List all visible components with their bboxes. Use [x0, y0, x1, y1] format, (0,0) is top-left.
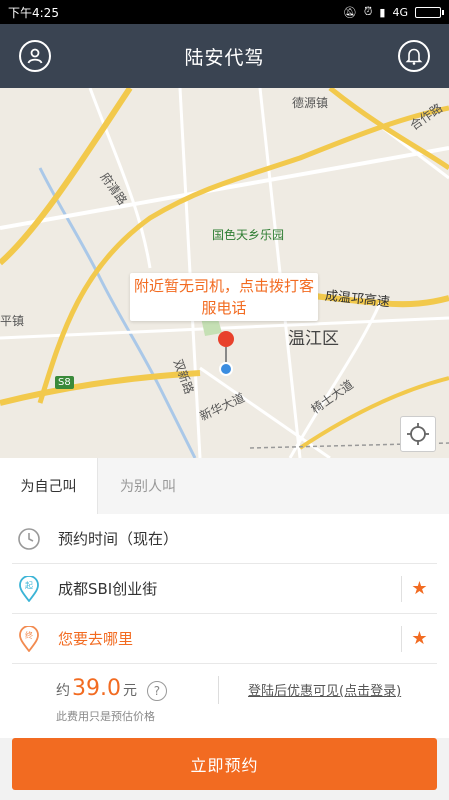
price-line: 约 39.0 元 ? [56, 676, 167, 701]
destination-row[interactable]: 终 您要去哪里 ★ [12, 614, 437, 664]
map-label-wenjiang: 温江区 [288, 329, 339, 349]
bell-icon [405, 48, 423, 65]
login-discount-link[interactable]: 登陆后优惠可见(点击登录) [248, 680, 401, 699]
clock-icon [14, 524, 44, 554]
map-view[interactable]: 德源镇 合作路 府清路 国色天乡乐园 成温邛高速 温江区 平镇 双新路 新华大道… [0, 88, 449, 458]
destination-input: 您要去哪里 [58, 630, 134, 648]
signal-icon: ▮ [379, 5, 386, 19]
time-row[interactable]: 预约时间（现在） [12, 514, 437, 564]
favorite-start-star-icon[interactable]: ★ [401, 575, 437, 602]
price-divider [218, 676, 219, 704]
map-label-park: 国色天乡乐园 [212, 228, 285, 242]
start-pin-icon: 起 [14, 574, 44, 604]
app-header: 陆安代驾 [0, 24, 449, 88]
location-pin-icon [218, 331, 234, 376]
dest-pin-icon: 终 [14, 624, 44, 654]
price-help-icon[interactable]: ? [146, 681, 167, 701]
network-label: 4G [392, 5, 408, 19]
status-bar: 下午4:25 🔕︎ ⏰︎ ▮ 4G [0, 0, 449, 24]
crosshair-icon [407, 423, 429, 445]
no-driver-tooltip[interactable]: 附近暂无司机，点击拨打客服电话 [130, 273, 318, 321]
status-time: 下午4:25 [8, 5, 59, 20]
svg-text:起: 起 [25, 581, 33, 590]
alarm-icon: ⏰︎ [363, 5, 373, 18]
caller-tabs: 为自己叫 为别人叫 [0, 458, 449, 514]
profile-button[interactable] [19, 40, 51, 72]
price-amount: 39.0 [72, 676, 121, 701]
svg-text:终: 终 [25, 630, 33, 640]
start-address: 成都SBI创业街 [58, 580, 158, 598]
tab-other[interactable]: 为别人叫 [98, 458, 449, 514]
tab-self[interactable]: 为自己叫 [0, 458, 98, 514]
time-label: 预约时间（现在） [58, 530, 179, 548]
price-prefix: 约 [56, 683, 70, 699]
start-row[interactable]: 起 成都SBI创业街 ★ [12, 564, 437, 614]
user-icon [27, 48, 43, 64]
price-unit: 元 [122, 683, 137, 699]
map-label-ping: 平镇 [0, 314, 25, 328]
map-shield-s8: S8 [55, 376, 74, 389]
locate-button[interactable] [400, 416, 436, 452]
notifications-button[interactable] [398, 40, 430, 72]
status-icons: 🔕︎ ⏰︎ ▮ 4G [342, 5, 444, 19]
book-now-button[interactable]: 立即预约 [12, 738, 437, 790]
battery-icon [415, 6, 444, 18]
price-note: 此费用只是预估价格 [56, 710, 155, 723]
favorite-dest-star-icon[interactable]: ★ [401, 625, 437, 652]
mute-icon: 🔕︎ [342, 5, 357, 19]
page-title: 陆安代驾 [184, 46, 265, 69]
price-estimate: 约 39.0 元 ? 此费用只是预估价格 登陆后优惠可见(点击登录) [0, 664, 449, 738]
map-label-deyuan: 德源镇 [292, 96, 329, 110]
